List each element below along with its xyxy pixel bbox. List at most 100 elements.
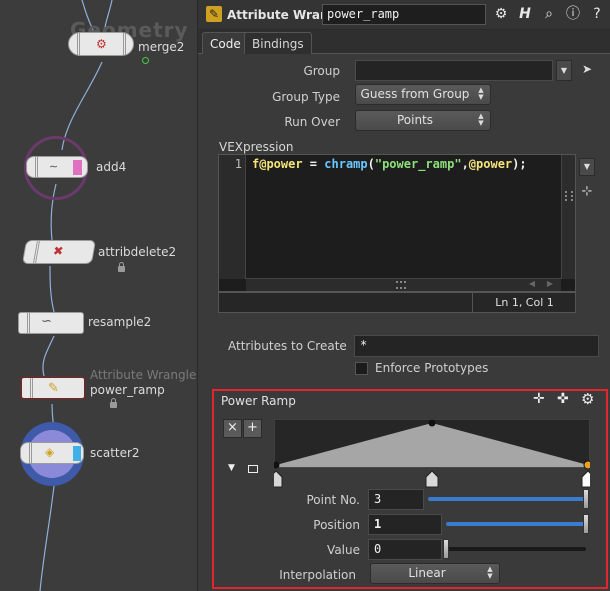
- scroll-right-icon[interactable]: ▶: [547, 279, 553, 288]
- group-dropdown-button[interactable]: ▼: [556, 60, 572, 81]
- interpolation-menu[interactable]: Linear ▲ ▼: [370, 563, 500, 584]
- updown-icon: ▲ ▼: [478, 86, 484, 101]
- node-label: resample2: [88, 315, 152, 329]
- scroll-left-icon[interactable]: ◀: [529, 279, 535, 288]
- node-label: attribdelete2: [98, 245, 177, 259]
- code-token-attr: @power: [468, 157, 513, 171]
- key-toggle-icon[interactable]: [248, 465, 258, 473]
- slider-fill: [428, 497, 586, 501]
- ramp-key-point[interactable]: [428, 419, 436, 427]
- collapse-arrow-icon[interactable]: ▼: [228, 463, 235, 473]
- code-token-attr: f@power: [252, 157, 303, 171]
- node-label: power_ramp: [90, 383, 165, 397]
- lock-icon: [110, 398, 117, 408]
- add-spare-parm-icon[interactable]: ⊹: [579, 184, 595, 200]
- search-icon[interactable]: ⌕: [540, 5, 558, 23]
- cursor-position: Ln 1, Col 1: [472, 293, 576, 312]
- run-over-menu[interactable]: Points ▲ ▼: [355, 110, 491, 131]
- attributes-to-create-label: Attributes to Create: [228, 339, 347, 353]
- node-wires: [39, 0, 113, 591]
- network-editor[interactable]: Geometry ⚙ merge2 ∼ add4 ✖ attribdelete2: [0, 0, 196, 591]
- wrangle-type-icon: ✎: [206, 6, 222, 22]
- line-number-gutter: 1: [219, 155, 246, 279]
- vexpression-label: VEXpression: [219, 140, 294, 154]
- group-type-label: Group Type: [272, 90, 340, 104]
- node-label: scatter2: [90, 446, 140, 460]
- point-no-slider[interactable]: [428, 489, 589, 509]
- select-arrow-icon[interactable]: ➤: [582, 62, 594, 78]
- value-slider[interactable]: [443, 539, 586, 559]
- group-field[interactable]: [355, 60, 553, 81]
- point-no-field[interactable]: 3: [368, 489, 424, 510]
- interpolation-label: Interpolation: [279, 568, 356, 582]
- attribdelete-icon: ✖: [51, 244, 65, 258]
- run-over-label: Run Over: [284, 115, 340, 129]
- updown-icon: ▲ ▼: [487, 565, 493, 580]
- tab-code[interactable]: Code: [202, 32, 249, 54]
- houdini-help-icon[interactable]: H: [516, 5, 534, 23]
- position-slider[interactable]: [446, 514, 589, 534]
- code-token-string: "power_ramp": [374, 157, 462, 171]
- parameter-pane: ✎ Attribute Wrangle power_ramp ⚙ H ⌕ ⓘ ?…: [197, 0, 610, 591]
- add-icon: ∼: [49, 160, 59, 173]
- slider-handle[interactable]: [583, 514, 589, 534]
- horizontal-scrollbar[interactable]: ◀ ▶: [246, 278, 561, 291]
- parameter-header: ✎ Attribute Wrangle power_ramp ⚙ H ⌕ ⓘ ?: [198, 0, 610, 30]
- info-icon[interactable]: ⓘ: [564, 5, 582, 23]
- help-icon[interactable]: ?: [588, 5, 606, 23]
- lock-icon: [118, 262, 125, 272]
- tab-bindings[interactable]: Bindings: [244, 32, 312, 54]
- wrangle-icon: ✎: [48, 381, 59, 396]
- scatter-icon: ◈: [45, 445, 55, 459]
- updown-icon: ▲ ▼: [478, 112, 484, 127]
- gear-icon[interactable]: ⚙: [492, 5, 510, 23]
- power-ramp-panel: Power Ramp ✛ ✜ ⚙ × + ▼ Point No. 3 Posit…: [212, 389, 608, 589]
- ramp-key-handle[interactable]: [274, 470, 283, 488]
- display-flag: [73, 446, 81, 461]
- ramp-title: Power Ramp: [221, 394, 296, 408]
- vertical-scrollbar[interactable]: [561, 155, 575, 279]
- slider-handle[interactable]: [583, 489, 589, 509]
- line-number: 1: [234, 157, 242, 171]
- template-flag: [73, 160, 82, 175]
- node-label: merge2: [138, 40, 185, 54]
- gear-icon[interactable]: ⚙: [581, 390, 599, 408]
- resize-grip-icon: [396, 281, 406, 289]
- code-token-comma: ,: [461, 157, 469, 171]
- remove-key-button[interactable]: ×: [223, 419, 242, 438]
- enforce-prototypes-checkbox[interactable]: [355, 362, 368, 375]
- code-token-function: chramp: [324, 157, 368, 171]
- node-name-field[interactable]: power_ramp: [322, 4, 486, 25]
- resample-icon: ∽: [41, 314, 52, 329]
- attributes-to-create-field[interactable]: *: [354, 335, 599, 357]
- editor-menu-button[interactable]: ▼: [579, 158, 595, 176]
- move-keys-icon[interactable]: ✛: [533, 391, 549, 407]
- vex-code-editor[interactable]: 1 f@power = chramp("power_ramp",@power);…: [218, 154, 576, 292]
- merge-icon: ⚙: [96, 37, 107, 51]
- enforce-prototypes-label: Enforce Prototypes: [375, 361, 489, 375]
- code-line[interactable]: f@power = chramp("power_ramp",@power);: [252, 157, 527, 171]
- ramp-graph[interactable]: [274, 419, 590, 495]
- ramp-selected-key[interactable]: [583, 460, 590, 470]
- point-no-label: Point No.: [306, 493, 360, 507]
- group-type-value: Guess from Group: [360, 87, 470, 101]
- position-field[interactable]: 1: [368, 514, 442, 535]
- slider-handle[interactable]: [443, 539, 449, 559]
- resize-grip-icon: [565, 191, 573, 201]
- node-type-label: Attribute Wrangle: [90, 368, 196, 382]
- code-token-op: =: [302, 157, 325, 171]
- group-label: Group: [303, 64, 340, 78]
- ramp-key-handle[interactable]: [581, 470, 590, 488]
- interpolation-value: Linear: [408, 566, 446, 580]
- group-type-menu[interactable]: Guess from Group ▲ ▼: [355, 84, 491, 105]
- node-label: add4: [96, 160, 127, 174]
- code-token-end: );: [512, 157, 527, 171]
- ramp-key-handle[interactable]: [425, 470, 439, 488]
- value-field[interactable]: 0: [368, 539, 442, 560]
- code-token-paren: (: [367, 157, 375, 171]
- add-key-button[interactable]: +: [243, 419, 262, 438]
- value-label: Value: [327, 543, 360, 557]
- slider-fill: [446, 522, 586, 526]
- editor-status-bar: Ln 1, Col 1: [218, 292, 576, 313]
- spread-keys-icon[interactable]: ✜: [557, 391, 573, 407]
